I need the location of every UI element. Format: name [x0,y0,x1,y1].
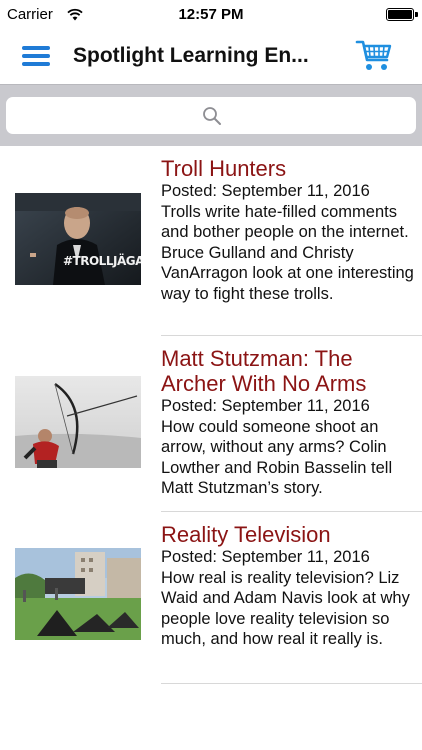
article-text: Troll Hunters Posted: September 11, 2016… [161,156,416,304]
search-bar-container [0,84,422,146]
article-list-item[interactable]: Reality Television Posted: September 11,… [0,512,422,684]
article-date: Posted: September 11, 2016 [161,397,370,415]
search-icon [203,107,221,125]
hamburger-menu-icon[interactable] [22,44,50,68]
status-bar: Carrier 12:57 PM [0,0,422,30]
navigation-bar: Spotlight Learning En... [0,30,422,84]
article-text: Reality Television Posted: September 11,… [161,522,416,650]
article-list-item[interactable]: Matt Stutzman: The Archer With No Arms P… [0,336,422,512]
svg-text:#TROLLJÄGAR: #TROLLJÄGAR [63,253,141,268]
divider [161,683,422,684]
article-title[interactable]: Matt Stutzman: The Archer With No Arms [161,346,416,396]
article-list-item[interactable]: #TROLLJÄGAR Troll Hunters Posted: Septem… [0,146,422,336]
article-title[interactable]: Troll Hunters [161,156,416,181]
article-thumbnail: #TROLLJÄGAR [15,193,141,285]
article-text: Matt Stutzman: The Archer With No Arms P… [161,346,416,499]
shopping-cart-icon[interactable] [355,38,393,74]
battery-icon [386,8,414,21]
search-input[interactable] [6,97,416,134]
page-title: Spotlight Learning En... [73,44,309,67]
clock: 12:57 PM [178,6,244,23]
article-summary: How real is reality television? Liz Waid… [161,568,410,649]
article-title[interactable]: Reality Television [161,522,416,547]
article-date: Posted: September 11, 2016 [161,182,370,200]
article-thumbnail [15,548,141,640]
battery-nub [415,12,418,17]
article-date: Posted: September 11, 2016 [161,548,370,566]
article-thumbnail [15,376,141,468]
article-summary: Trolls write hate-filled comments and bo… [161,202,414,303]
article-summary: How could someone shoot an arrow, withou… [161,417,393,498]
